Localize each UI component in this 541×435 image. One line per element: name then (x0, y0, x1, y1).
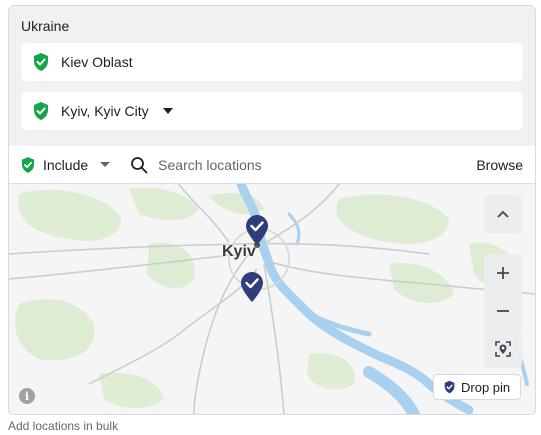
browse-button[interactable]: Browse (476, 157, 523, 173)
map-pin-icon[interactable] (241, 272, 263, 302)
collapse-map-button[interactable] (484, 195, 522, 233)
location-item-kyiv-city[interactable]: Kyiv, Kyiv City (21, 92, 523, 130)
info-icon[interactable]: i (19, 388, 35, 404)
plus-icon (497, 267, 509, 279)
chevron-down-icon[interactable] (162, 108, 173, 114)
location-label: Kyiv, Kyiv City (61, 103, 149, 119)
my-location-button[interactable] (484, 330, 522, 368)
shield-check-icon (21, 156, 35, 173)
shield-check-icon (34, 53, 48, 71)
selected-locations-section: Ukraine Kiev Oblast Kyiv, Kyiv City (9, 6, 535, 147)
chevron-down-icon (100, 162, 111, 167)
zoom-out-button[interactable] (484, 292, 522, 330)
chevron-up-icon (497, 210, 509, 218)
include-label: Include (43, 156, 89, 173)
add-locations-in-bulk-link[interactable]: Add locations in bulk (8, 419, 118, 433)
location-label: Kiev Oblast (61, 54, 133, 70)
location-item-kiev-oblast[interactable]: Kiev Oblast (21, 43, 523, 81)
include-exclude-dropdown[interactable]: Include (21, 156, 111, 173)
drop-pin-label: Drop pin (461, 379, 511, 395)
minus-icon (497, 310, 509, 312)
locate-icon (495, 341, 511, 357)
city-label: Kyiv (222, 243, 256, 260)
zoom-in-button[interactable] (484, 254, 522, 292)
map-pin-icon[interactable] (246, 215, 268, 245)
country-heading: Ukraine (21, 18, 70, 34)
drop-pin-button[interactable]: Drop pin (433, 374, 522, 400)
pin-check-icon (444, 380, 455, 394)
map-view[interactable]: Kyiv i Drop pin (9, 184, 535, 414)
search-icon (131, 156, 148, 173)
search-input[interactable] (158, 156, 449, 173)
shield-check-icon (34, 102, 48, 120)
location-targeting-panel: Ukraine Kiev Oblast Kyiv, Kyiv City Incl… (8, 5, 536, 415)
location-search-bar: Include Browse (9, 146, 535, 184)
